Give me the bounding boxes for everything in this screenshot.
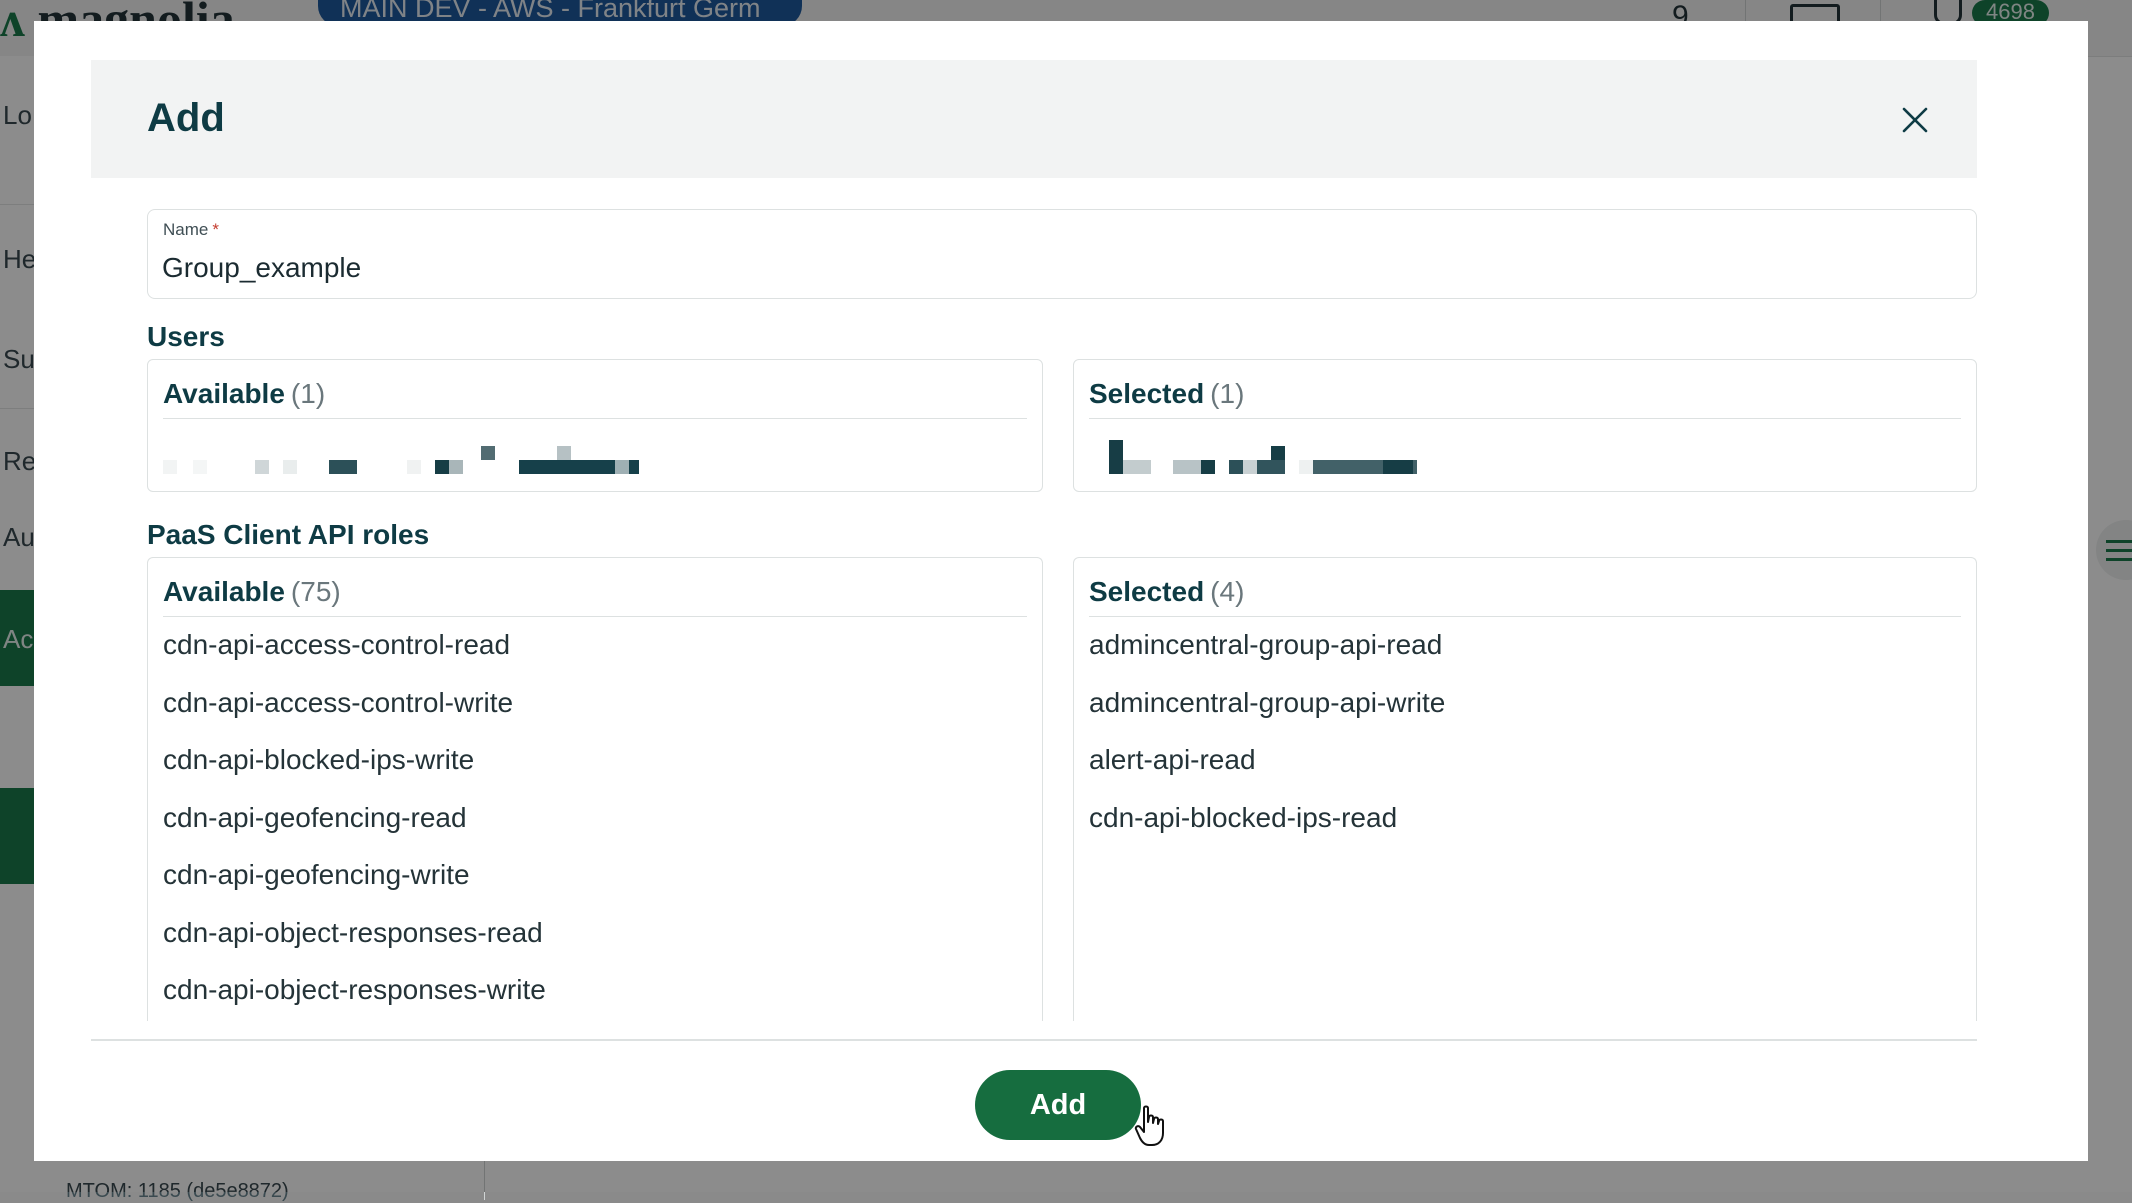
roles-section-title: PaaS Client API roles: [147, 519, 430, 550]
roles-available-header: Available (75): [163, 576, 1027, 617]
users-selected-label: Selected: [1089, 378, 1205, 409]
list-item[interactable]: admincentral-group-api-read: [1089, 628, 1961, 686]
roles-selected-list: admincentral-group-api-read admincentral…: [1089, 628, 1961, 858]
close-icon: [1902, 107, 1928, 133]
list-item[interactable]: cdn-api-blocked-ips-write: [163, 743, 1027, 801]
users-selected-header: Selected (1): [1089, 378, 1961, 419]
list-item[interactable]: cdn-api-blocked-ips-read: [1089, 801, 1961, 859]
redacted-user-item[interactable]: [1089, 440, 1589, 474]
list-item[interactable]: cdn-api-geofencing-read: [163, 801, 1027, 859]
users-available-panel: Available (1): [147, 359, 1043, 492]
users-section-title: Users: [147, 321, 225, 352]
name-field-label: Name *: [163, 220, 219, 239]
hand-cursor-icon: [1134, 1105, 1164, 1146]
close-button[interactable]: [1891, 96, 1939, 144]
roles-selected-count: (4): [1210, 576, 1245, 607]
add-group-dialog: Add Name* Users Available(1): [34, 21, 2088, 1161]
roles-available-list: cdn-api-access-control-read cdn-api-acce…: [163, 628, 1027, 1021]
list-item[interactable]: cdn-api-object-responses-write: [163, 973, 1027, 1021]
users-selected-panel: Selected (1): [1073, 359, 1977, 492]
list-item[interactable]: cdn-api-geofencing-write: [163, 858, 1027, 916]
list-item[interactable]: cdn-api-object-responses-read: [163, 916, 1027, 974]
users-available-label: Available: [163, 378, 285, 409]
roles-selected-label: Selected: [1089, 576, 1205, 607]
list-item[interactable]: cdn-api-access-control-write: [163, 686, 1027, 744]
dialog-header: Add: [91, 60, 1977, 178]
redacted-user-item[interactable]: [163, 440, 663, 474]
roles-available-label: Available: [163, 576, 285, 607]
list-item[interactable]: alert-api-read: [1089, 743, 1961, 801]
name-input[interactable]: [162, 250, 1952, 286]
dialog-title: Add: [147, 96, 225, 140]
roles-available-count: (75): [290, 576, 341, 607]
list-item[interactable]: cdn-api-access-control-read: [163, 628, 1027, 686]
required-asterisk: *: [212, 220, 219, 239]
dialog-footer-divider: [91, 1039, 1977, 1041]
roles-available-panel: Available (75) cdn-api-access-control-rea…: [147, 557, 1043, 1021]
users-available-count: (1): [290, 378, 326, 409]
name-field[interactable]: Name *: [147, 209, 1977, 299]
add-button[interactable]: Add: [975, 1070, 1141, 1140]
roles-selected-header: Selected (4): [1089, 576, 1961, 617]
roles-selected-panel: Selected (4) admincentral-group-api-read …: [1073, 557, 1977, 1021]
users-available-header: Available (1): [163, 378, 1027, 419]
users-selected-count: (1): [1210, 378, 1245, 409]
list-item[interactable]: admincentral-group-api-write: [1089, 686, 1961, 744]
